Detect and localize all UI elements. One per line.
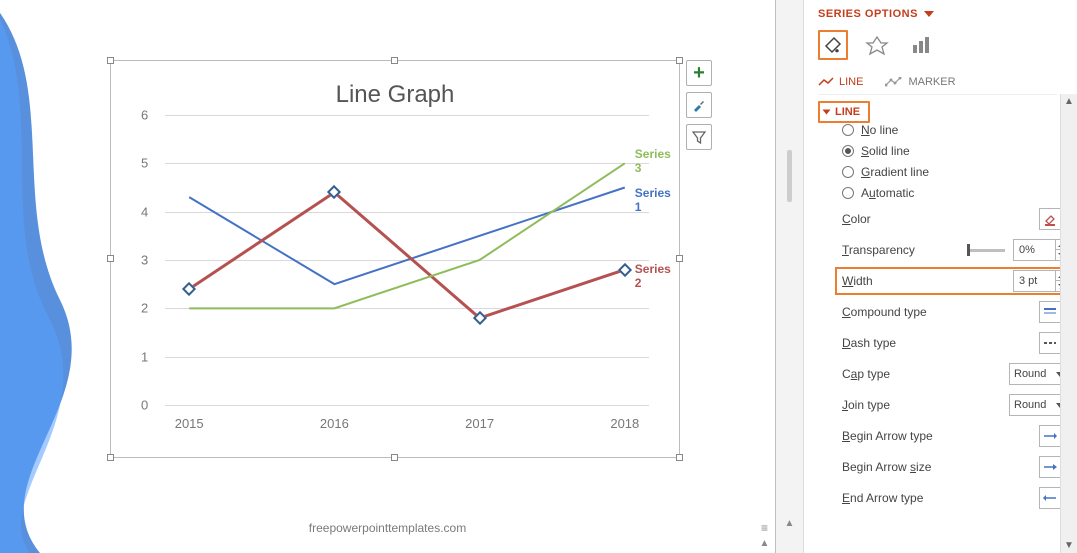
section-line-toggle[interactable]: LINE <box>824 106 860 118</box>
prop-transparency: Transparency 0% <box>842 239 1069 261</box>
line-fill-radio-group: No line Solid line Gradient line Automat… <box>842 123 1071 200</box>
prop-cap: Cap type Round <box>842 363 1069 385</box>
pane-scrollbar[interactable]: ▲▼ <box>1060 94 1077 553</box>
prop-dash: Dash type <box>842 332 1069 354</box>
marker-icon <box>885 77 903 87</box>
slide-area: Line Graph 01234562015201620172018Series… <box>0 0 776 553</box>
radio-solid-line[interactable]: Solid line <box>842 144 1071 158</box>
radio-automatic[interactable]: Automatic <box>842 186 1071 200</box>
pane-gutter[interactable]: ▲ <box>776 0 804 553</box>
prop-begin-arrow-size: Begin Arrow size <box>842 456 1069 478</box>
prop-end-arrow-type: End Arrow type <box>842 487 1069 509</box>
series-options-label: SERIES OPTIONS <box>818 8 918 20</box>
radio-no-line[interactable]: No line <box>842 123 1071 137</box>
chart-elements-button[interactable]: + <box>686 60 712 86</box>
prop-color: Color <box>842 208 1069 230</box>
series-options-dropdown[interactable]: SERIES OPTIONS <box>818 8 1071 20</box>
caret-down-icon <box>924 11 934 17</box>
chart-title[interactable]: Line Graph <box>111 61 679 115</box>
chart-styles-button[interactable] <box>686 92 712 118</box>
tab-line[interactable]: LINE <box>818 76 863 88</box>
transparency-slider[interactable] <box>967 249 1005 252</box>
radio-gradient-line[interactable]: Gradient line <box>842 165 1071 179</box>
slide-background-graphic <box>0 0 80 553</box>
plot-area[interactable]: 01234562015201620172018Series 1Series 2S… <box>165 115 649 405</box>
caret-icon <box>823 110 831 115</box>
prop-join: Join type Round <box>842 394 1069 416</box>
prop-width: Width 3 pt <box>842 270 1069 292</box>
effects-tab[interactable] <box>862 30 892 60</box>
slide-scrollbar[interactable]: ≡▲ <box>756 0 773 553</box>
chart-object[interactable]: Line Graph 01234562015201620172018Series… <box>110 60 680 458</box>
line-icon <box>818 77 834 87</box>
watermark: freepowerpointtemplates.com <box>0 521 775 535</box>
prop-compound: Compound type <box>842 301 1069 323</box>
tab-marker[interactable]: MARKER <box>885 76 955 88</box>
prop-begin-arrow-type: Begin Arrow type <box>842 425 1069 447</box>
series-options-tab[interactable] <box>906 30 936 60</box>
format-pane: ▲ SERIES OPTIONS LINE MARKER <box>776 0 1077 553</box>
fill-and-line-tab[interactable] <box>818 30 848 60</box>
chart-filters-button[interactable] <box>686 124 712 150</box>
